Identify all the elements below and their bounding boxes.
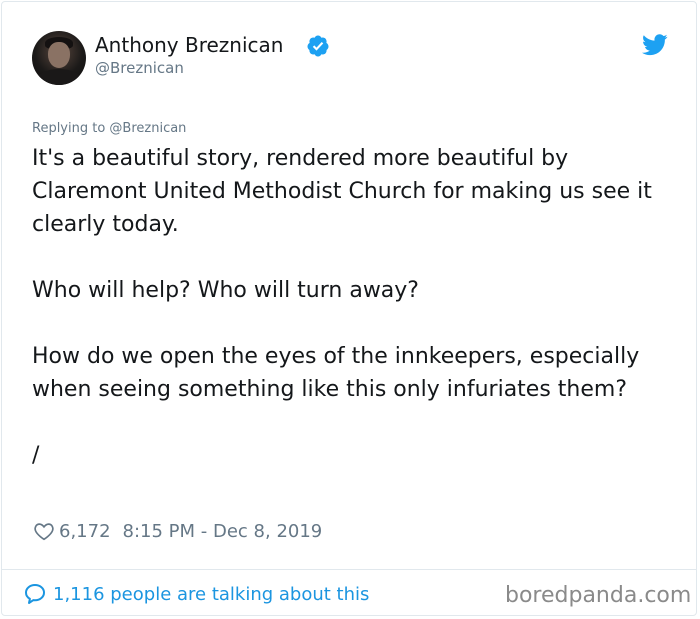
timestamp[interactable]: 8:15 PM - Dec 8, 2019: [123, 521, 323, 542]
tweet-paragraph: /: [32, 443, 40, 468]
avatar-face: [48, 42, 70, 68]
author-handle[interactable]: @Breznican: [95, 59, 184, 77]
verified-badge-icon: [307, 35, 329, 57]
twitter-bird-icon[interactable]: [642, 34, 668, 56]
author-name[interactable]: Anthony Breznican: [95, 32, 283, 58]
tweet-paragraph: Who will help? Who will turn away?: [32, 278, 419, 303]
divider: [1, 569, 697, 570]
replying-to[interactable]: Replying to @Breznican: [32, 121, 186, 137]
tweet-paragraph: How do we open the eyes of the innkeeper…: [32, 344, 640, 402]
tweet-text: It's a beautiful story, rendered more be…: [32, 142, 672, 472]
avatar-shoulders: [36, 69, 82, 85]
speech-bubble-icon: [25, 584, 45, 604]
like-count[interactable]: 6,172: [59, 521, 111, 542]
watermark: boredpanda.com: [505, 583, 692, 608]
conversation-link[interactable]: 1,116 people are talking about this: [23, 580, 369, 608]
avatar[interactable]: [32, 31, 86, 85]
tweet-meta: 6,172 8:15 PM - Dec 8, 2019: [33, 518, 322, 544]
tweet-paragraph: It's a beautiful story, rendered more be…: [32, 146, 652, 237]
conversation-text[interactable]: 1,116 people are talking about this: [53, 584, 369, 605]
heart-icon[interactable]: [33, 520, 55, 542]
